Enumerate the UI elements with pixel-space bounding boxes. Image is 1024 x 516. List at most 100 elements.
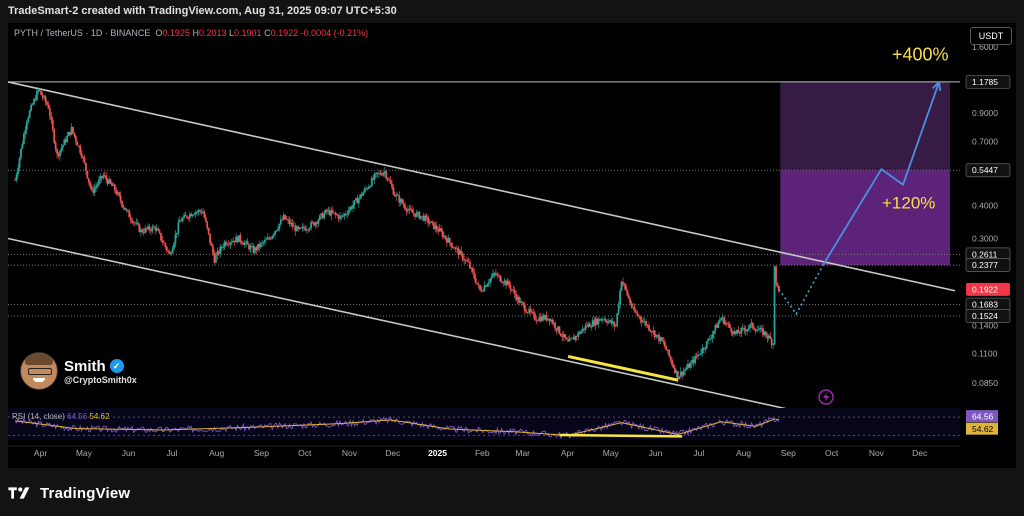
x-tick-label: Dec: [385, 448, 401, 458]
candle-body: [363, 188, 366, 193]
candle-body: [749, 324, 751, 329]
candle-body: [334, 212, 337, 215]
candle-body: [772, 344, 775, 345]
candle-body: [649, 330, 652, 332]
target-400-label: +400%: [892, 45, 949, 65]
candle-body: [174, 234, 177, 244]
low-value: 0.1901: [234, 28, 262, 38]
candle-body: [284, 214, 287, 220]
candle-body: [265, 239, 268, 241]
candle-body: [303, 226, 305, 229]
y-tick-label: 0.3000: [972, 233, 998, 243]
candle-body: [268, 237, 271, 239]
candle-body: [38, 89, 41, 92]
x-tick-label: Sep: [254, 448, 269, 458]
candle-body: [419, 216, 422, 219]
candle-body: [717, 322, 720, 328]
candle-body: [637, 315, 640, 317]
y-tick-label: 0.7000: [972, 137, 998, 147]
candle-body: [191, 214, 194, 217]
candle-body: [450, 242, 453, 247]
footer-brand-text: TradingView: [40, 484, 131, 502]
candle-body: [559, 333, 562, 336]
rsi-divergence-line: [559, 433, 683, 438]
tradingview-logo-icon: [8, 487, 30, 499]
change-value: -0.0004 (-0.21%): [300, 28, 369, 38]
candle-body: [124, 207, 126, 210]
x-tick-label: Oct: [298, 448, 312, 458]
candle-body: [619, 290, 621, 305]
candle-body: [753, 328, 756, 330]
candle-body: [274, 231, 276, 235]
author-handle: @CryptoSmith0x: [64, 374, 137, 385]
candle-body: [564, 334, 567, 339]
candle-body: [499, 275, 502, 282]
candle-body: [54, 142, 57, 150]
target-120-label: +120%: [882, 193, 935, 212]
candle-body: [219, 246, 222, 254]
candle-body: [726, 322, 728, 324]
candle-body: [391, 183, 393, 188]
candle-body: [181, 218, 184, 222]
candle-body: [214, 255, 217, 263]
candle-body: [570, 338, 572, 340]
candle-body: [148, 226, 151, 231]
price-chart[interactable]: +400%+120%1.60000.90000.70000.40000.3000…: [0, 0, 1024, 516]
candle-body: [129, 217, 132, 220]
price-axis: [960, 23, 1016, 468]
candle-body: [275, 230, 278, 232]
y-tick-label: 0.9000: [972, 108, 998, 118]
candle-body: [90, 187, 93, 190]
candle-body: [44, 96, 47, 102]
candle-body: [740, 328, 743, 334]
candle-body: [336, 214, 339, 216]
candle-body: [379, 172, 382, 175]
candle-body: [346, 213, 349, 215]
footer-brand[interactable]: TradingView: [8, 484, 130, 502]
candle-body: [14, 180, 17, 181]
candle-body: [648, 325, 650, 331]
candle-body: [479, 285, 481, 291]
candle-body: [435, 225, 438, 230]
candle-body: [362, 192, 365, 196]
candle-body: [243, 242, 246, 245]
candle-body: [536, 320, 539, 322]
candle-body: [461, 253, 464, 260]
rsi-value-a: 64.56: [67, 412, 88, 421]
avatar: [20, 352, 58, 390]
candle-body: [193, 214, 196, 215]
candle-body: [308, 228, 311, 230]
candle-body: [122, 206, 125, 208]
candle-body: [534, 313, 536, 320]
candle-body: [85, 163, 87, 172]
currency-selector[interactable]: USDT: [970, 27, 1012, 45]
x-tick-label: Aug: [209, 448, 224, 458]
candle-body: [730, 327, 733, 333]
candle-body: [61, 145, 64, 148]
candle-body: [171, 248, 174, 254]
high-value: 0.2013: [198, 28, 227, 38]
candle-body: [684, 369, 686, 372]
candle-body: [196, 211, 199, 213]
candle-body: [404, 205, 406, 209]
candle-body: [164, 243, 167, 247]
candle-body: [222, 247, 224, 248]
candle-body: [177, 222, 180, 233]
rsi-value-b: 54.62: [89, 412, 110, 421]
y-tick-label: 0.0850: [972, 378, 998, 388]
candle-body: [278, 223, 281, 229]
candle-body: [382, 172, 385, 176]
x-tick-label: May: [603, 448, 620, 458]
candle-body: [50, 116, 53, 120]
support-divergence-line: [567, 354, 679, 382]
candle-body: [207, 227, 210, 234]
candle-body: [662, 340, 665, 343]
candle-body: [137, 222, 139, 225]
candle-body: [118, 192, 121, 196]
candle-body: [613, 321, 616, 326]
x-tick-label: Mar: [515, 448, 530, 458]
candle-body: [109, 179, 112, 184]
candle-body: [98, 179, 100, 185]
candle-body: [406, 209, 409, 212]
candle-body: [757, 329, 760, 331]
